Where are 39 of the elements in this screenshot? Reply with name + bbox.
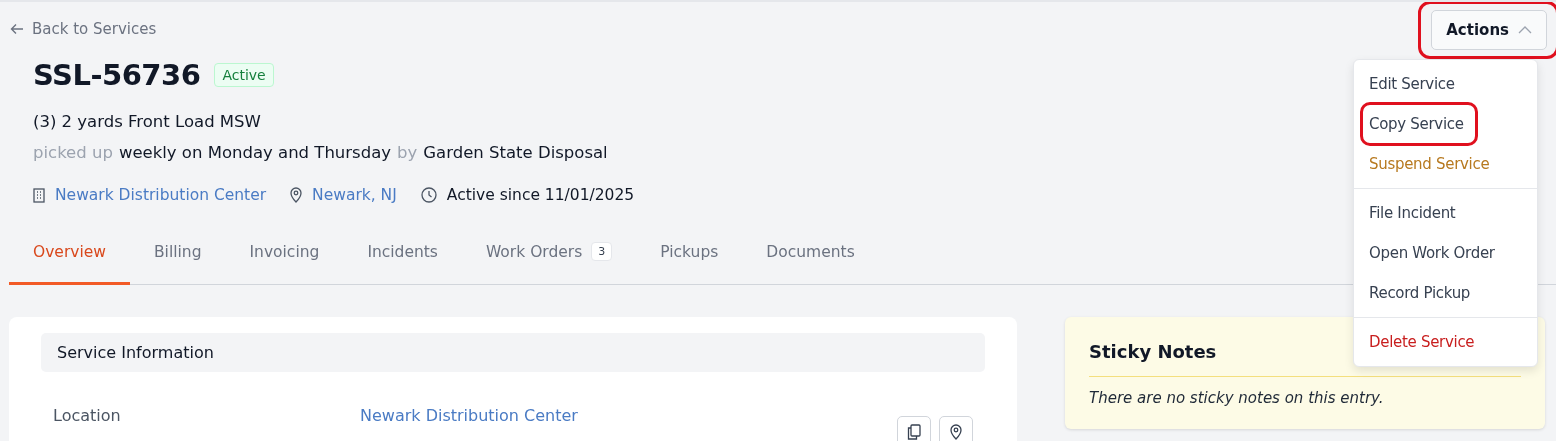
menu-item[interactable]: Copy Service — [1354, 104, 1537, 144]
meta-link[interactable]: Newark, NJ — [312, 186, 397, 204]
schedule-text: by — [397, 143, 418, 162]
menu-item[interactable]: Record Pickup — [1354, 273, 1537, 313]
menu-item[interactable]: File Incident — [1354, 193, 1537, 233]
menu-item[interactable]: Suspend Service — [1354, 144, 1537, 184]
actions-button[interactable]: Actions — [1431, 10, 1547, 50]
count-badge: 3 — [591, 242, 613, 261]
menu-item[interactable]: Edit Service — [1354, 64, 1537, 104]
location-pin-icon — [950, 424, 962, 440]
tab[interactable]: Incidents — [343, 221, 462, 285]
location-pin-icon — [290, 187, 303, 203]
chevron-up-icon — [1518, 26, 1532, 34]
tab[interactable]: Overview — [9, 221, 130, 285]
service-title: SSL-56736 — [33, 58, 201, 92]
back-link[interactable]: Back to Services — [10, 20, 157, 38]
tab[interactable]: Work Orders 3 — [461, 221, 637, 285]
field-label: Location — [53, 406, 122, 425]
tab[interactable]: Pickups — [636, 221, 743, 285]
schedule-text: Garden State Disposal — [423, 143, 608, 162]
clock-icon — [420, 187, 437, 203]
meta-link[interactable]: Newark Distribution Center — [55, 186, 267, 204]
service-description: (3) 2 yards Front Load MSW — [33, 112, 261, 131]
location-link[interactable]: Newark Distribution Center — [360, 406, 578, 425]
tab[interactable]: Billing — [130, 221, 226, 285]
arrow-left-icon — [10, 23, 24, 35]
copy-icon — [907, 424, 921, 440]
section-header: Service Information — [41, 333, 985, 372]
tab[interactable]: Documents — [742, 221, 879, 285]
meta-text: Active since 11/01/2025 — [446, 186, 635, 204]
map-pin-button[interactable] — [939, 416, 973, 441]
status-badge: Active — [214, 63, 274, 87]
schedule-text: weekly on Monday and Thursday — [118, 143, 392, 162]
building-icon — [33, 187, 45, 203]
schedule-text: picked up — [33, 143, 113, 162]
menu-item[interactable]: Open Work Order — [1354, 233, 1537, 273]
tab[interactable]: Invoicing — [225, 221, 344, 285]
empty-message: There are no sticky notes on this entry. — [1089, 388, 1385, 407]
copy-button[interactable] — [897, 416, 931, 441]
